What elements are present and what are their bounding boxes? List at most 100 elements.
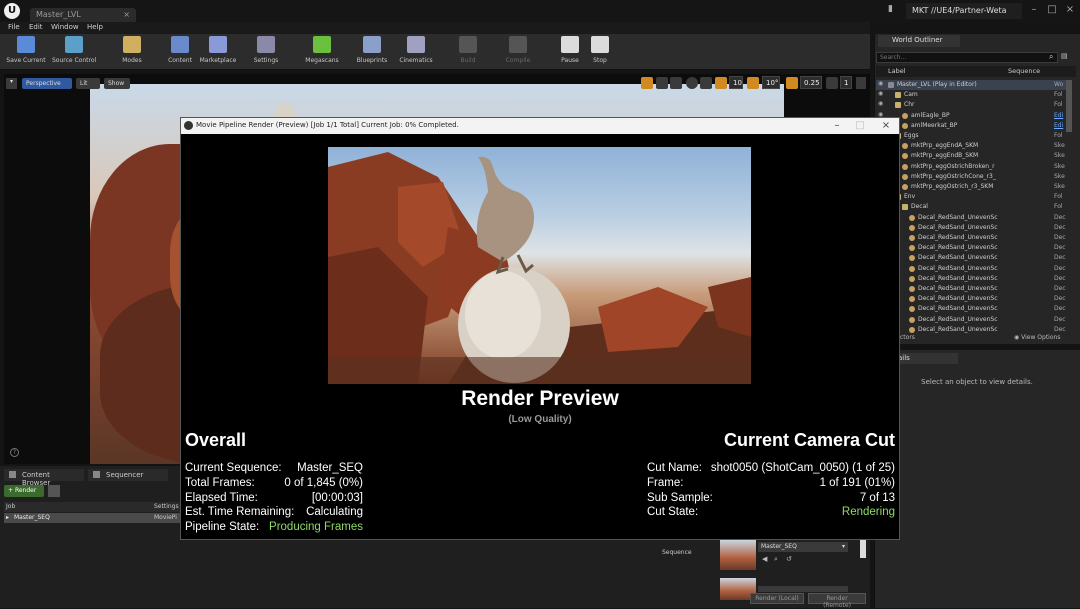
menu-window[interactable]: Window [51,23,79,31]
close-window-icon[interactable]: × [1062,3,1078,17]
outliner-row[interactable]: ◉Decal_RedSand_UnevenScDec [876,223,1072,233]
visibility-eye-icon[interactable]: ◉ [878,80,883,87]
show-button[interactable]: Show [104,78,130,89]
use-selected-icon[interactable]: ◀ [762,555,767,563]
visibility-eye-icon[interactable]: ◉ [878,90,883,97]
outliner-row[interactable]: ◉Decal_RedSand_UnevenScDec [876,264,1072,274]
job-expand-icon[interactable]: ▸ [6,514,9,521]
close-icon[interactable]: × [123,10,130,19]
scale-tool-icon[interactable] [670,77,682,89]
visibility-eye-icon[interactable]: ◉ [878,100,883,107]
outliner-row[interactable]: ◉mktPrp_eggOstrichCone_r3_Ske [876,172,1072,182]
scale-snap-icon[interactable] [786,77,798,89]
filter-icon[interactable]: ▤ [1061,52,1071,62]
outliner-row[interactable]: ◉mktPrp_eggEndB_SKMSke [876,151,1072,161]
render-local-button[interactable]: Render (Local) [750,593,804,604]
menu-edit[interactable]: Edit [29,23,43,31]
viewport-options-icon[interactable]: ▾ [6,78,17,89]
content-browser-tab[interactable]: Content Browser [4,469,84,487]
rotation-snap-value[interactable]: 10° [762,76,780,89]
job-column-header[interactable]: Job [6,503,15,510]
reset-icon[interactable]: ↺ [786,555,792,563]
outliner-row[interactable]: ◉ Cam Fol [876,90,1072,100]
outliner-row[interactable]: ◉ Chr Fol [876,100,1072,110]
render-button[interactable]: + Render [4,485,44,497]
maximize-viewport-icon[interactable] [856,77,866,89]
outliner-row[interactable]: ◉ amlEagle_BP Edi [876,111,1072,121]
render-remote-button[interactable]: Render (Remote) [808,593,866,609]
outliner-row[interactable]: ◉Decal_RedSand_UnevenScDec [876,233,1072,243]
outliner-row[interactable]: ◉Decal_RedSand_UnevenScDec [876,243,1072,253]
map-select[interactable] [758,586,848,592]
menu-help[interactable]: Help [87,23,103,31]
minimize-icon[interactable]: – [1026,3,1042,17]
perspective-button[interactable]: Perspective [22,78,72,89]
camera-speed-value[interactable]: 1 [840,76,852,89]
megascans-button[interactable]: Megascans [300,36,344,68]
build-button[interactable]: Build [446,36,490,68]
browse-icon[interactable]: ⌕ [774,555,778,564]
menu-file[interactable]: File [8,23,20,31]
compile-button[interactable]: Compile [496,36,540,68]
outliner-scrollbar[interactable] [1066,80,1072,132]
settings-button[interactable]: Settings [244,36,288,68]
unreal-logo-icon: U [4,3,20,19]
outliner-row[interactable]: ◉EnvFol [876,192,1072,202]
grid-snap-icon[interactable] [715,77,727,89]
outliner-row[interactable]: ◉Decal_RedSand_UnevenScDec [876,304,1072,314]
outliner-row[interactable]: ◉ Master_LVL (Play in Editor) Wo [876,80,1072,90]
blueprints-button[interactable]: Blueprints [350,36,394,68]
actor-icon [909,245,915,252]
render-options-icon[interactable] [48,485,60,497]
mpr-maximize-icon[interactable]: □ [853,119,867,133]
mpr-minimize-icon[interactable]: – [830,119,844,133]
view-options-button[interactable]: ◉ View Options [1014,334,1060,341]
translate-tool-icon[interactable] [641,77,653,89]
outliner-row[interactable]: ◉DecalFol [876,202,1072,212]
label-column-header[interactable]: Label [888,67,906,75]
outliner-row[interactable]: ◉Decal_RedSand_UnevenScDec [876,294,1072,304]
sequence-select[interactable]: Master_SEQ ▾ [758,542,848,552]
camera-speed-icon[interactable] [826,77,838,89]
scale-snap-value[interactable]: 0.25 [800,76,822,89]
outliner-row[interactable]: ◉Decal_RedSand_UnevenScDec [876,253,1072,263]
sequencer-tab[interactable]: Sequencer [88,469,168,481]
outliner-row[interactable]: ◉Decal_RedSand_UnevenScDec [876,213,1072,223]
save-current-button[interactable]: Save Current [4,36,48,68]
outliner-row[interactable]: ◉amlMeerkat_BPEdi [876,121,1072,131]
outliner-row-type: Fol [1054,101,1063,109]
world-local-icon[interactable] [686,77,698,89]
queue-job-row[interactable]: ▸ Master_SEQ MoviePi [4,513,180,523]
outliner-row-type[interactable]: Edi [1054,112,1063,119]
outliner-row-type[interactable]: Edi [1054,122,1063,129]
modes-button[interactable]: Modes [110,36,154,68]
bottom-scrollbar[interactable] [860,540,866,558]
stop-button[interactable]: Stop [578,36,622,68]
lit-button[interactable]: Lit [76,78,100,89]
blueprints-label: Blueprints [356,57,388,64]
rotation-snap-icon[interactable] [747,77,759,89]
outliner-search-input[interactable]: Search... [876,52,1058,63]
outliner-row[interactable]: ◉mktPrp_eggOstrich_r3_SKMSke [876,182,1072,192]
actor-icon [909,224,915,231]
search-icon[interactable]: ⌕ [1049,52,1059,62]
mpr-close-icon[interactable]: × [879,119,893,133]
world-outliner-tab[interactable]: World Outliner [878,35,960,47]
level-document-tab[interactable]: Master_LVL × [30,8,136,22]
outliner-row[interactable]: ◉Decal_RedSand_UnevenScDec [876,274,1072,284]
notification-icon[interactable]: ▮ [888,4,900,16]
help-icon[interactable]: ? [10,448,19,457]
source-control-button[interactable]: Source Control [52,36,96,68]
outliner-row[interactable]: ◉Decal_RedSand_UnevenScDec [876,284,1072,294]
rotate-tool-icon[interactable] [656,77,668,89]
outliner-row[interactable]: ◉mktPrp_eggEndA_SKMSke [876,141,1072,151]
outliner-row[interactable]: ◉EggsFol [876,131,1072,141]
maximize-icon[interactable]: □ [1044,3,1060,17]
type-column-header[interactable]: Sequence [1008,67,1040,75]
surface-snap-icon[interactable] [700,77,712,89]
marketplace-button[interactable]: Marketplace [196,36,240,68]
outliner-row[interactable]: ◉mktPrp_eggOstrichBroken_rSke [876,162,1072,172]
grid-snap-value[interactable]: 10 [729,76,743,89]
cinematics-button[interactable]: Cinematics [394,36,438,68]
outliner-row[interactable]: ◉Decal_RedSand_UnevenScDec [876,315,1072,325]
